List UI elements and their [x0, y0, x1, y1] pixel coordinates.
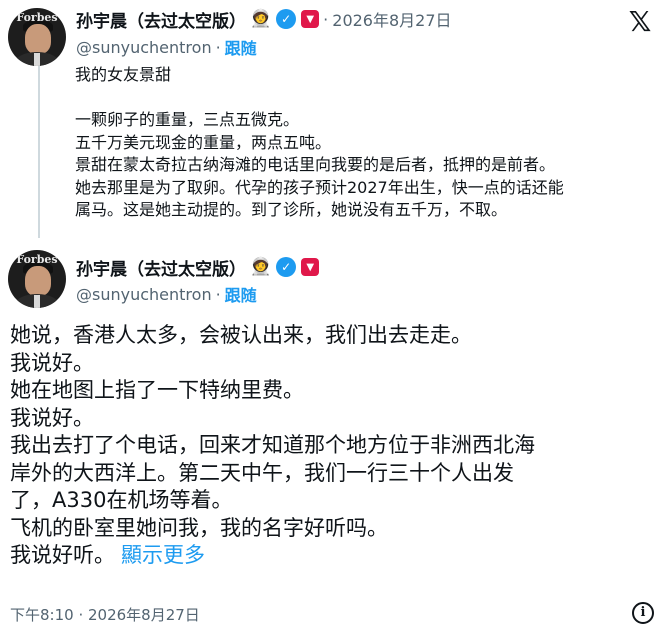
avatar-forbes-logo: Forbes [16, 253, 58, 266]
main-text-line: 了，A330在机场等着。 [10, 488, 233, 512]
main-display-name[interactable]: 孙宇晨（去过太空版） [76, 255, 246, 280]
main-handle[interactable]: @sunyuchentron [76, 285, 212, 304]
reply-text-line: 一颗卵子的重量，三点五微克。 [75, 110, 300, 129]
x-logo-icon[interactable]: 𝕏 [626, 8, 654, 36]
main-author-row: 孙宇晨（去过太空版） 🧑‍🚀 ✓ ▼ [76, 255, 320, 280]
reply-author-row: 孙宇晨（去过太空版） 🧑‍🚀 ✓ ▼ · 2026年8月27日 [76, 7, 452, 32]
avatar-tie [34, 295, 40, 308]
show-more-link[interactable]: 顯示更多 [121, 543, 205, 567]
tron-badge-icon[interactable]: ▼ [301, 10, 320, 28]
avatar[interactable]: Forbes [8, 250, 66, 308]
main-tweet-text: 她说，香港人太多，会被认出来，我们出去走走。 我说好。 她在地图上指了一下特纳里… [10, 322, 658, 570]
reply-text-line: 我的女友景甜 [75, 65, 172, 84]
reply-handle-row: @sunyuchentron · 跟随 [76, 35, 257, 59]
main-text-line: 我说好。 [10, 405, 94, 430]
main-text-line-final: 我说好听。 [10, 543, 115, 567]
reply-tweet-text: 我的女友景甜 一颗卵子的重量，三点五微克。 五千万美元现金的重量，两点五吨。 景… [75, 64, 650, 222]
avatar-tie [34, 53, 40, 66]
avatar[interactable]: Forbes [8, 8, 66, 66]
verified-badge-icon[interactable]: ✓ [276, 9, 297, 29]
avatar-face [25, 266, 51, 296]
thread-line [38, 66, 40, 238]
handle-separator: · [215, 37, 221, 57]
main-handle-row: @sunyuchentron · 跟随 [76, 282, 257, 306]
main-text-line: 我出去打了个电话，回来才知道那个地方位于非洲西北海 [10, 433, 535, 457]
info-icon[interactable]: i [632, 602, 654, 624]
main-text-line: 她在地图上指了一下特纳里费。 [10, 378, 304, 402]
main-text-last-line: 我说好听。 顯示更多 [10, 542, 658, 570]
main-text-line: 岸外的大西洋上。第二天中午，我们一行三十个人出发 [10, 460, 514, 485]
tron-badge-icon[interactable]: ▼ [301, 258, 320, 276]
handle-separator: · [215, 284, 221, 304]
post-timestamp-footer[interactable]: 下午8:10 · 2026年8月27日 [10, 604, 200, 625]
separator-dot: · [323, 9, 329, 29]
reply-text-line: 景甜在蒙太奇拉古纳海滩的电话里向我要的是后者，抵押的是前者。 [75, 155, 556, 174]
reply-text-line: 五千万美元现金的重量，两点五吨。 [75, 132, 332, 152]
reply-text-line: 她去那里是为了取卵。代孕的孩子预计2027年出生，快一点的话还能 [75, 177, 564, 197]
main-text-line: 她说，香港人太多，会被认出来，我们出去走走。 [10, 323, 472, 347]
reply-follow-link[interactable]: 跟随 [225, 35, 257, 59]
astronaut-emoji-icon: 🧑‍🚀 [250, 9, 272, 29]
avatar-forbes-logo: Forbes [16, 11, 58, 24]
reply-timestamp[interactable]: 2026年8月27日 [332, 7, 451, 31]
reply-display-name[interactable]: 孙宇晨（去过太空版） [76, 7, 246, 32]
main-follow-link[interactable]: 跟随 [225, 282, 257, 306]
main-text-line: 我说好。 [10, 350, 94, 375]
avatar-face [25, 24, 51, 54]
reply-text-line: 属马。这是她主动提的。到了诊所，她说没有五千万，不取。 [75, 200, 508, 219]
verified-badge-icon[interactable]: ✓ [276, 257, 297, 277]
astronaut-emoji-icon: 🧑‍🚀 [250, 257, 272, 277]
main-text-line: 飞机的卧室里她问我，我的名字好听吗。 [10, 515, 388, 540]
reply-handle[interactable]: @sunyuchentron [76, 38, 212, 57]
reply-text-gap [75, 87, 650, 110]
